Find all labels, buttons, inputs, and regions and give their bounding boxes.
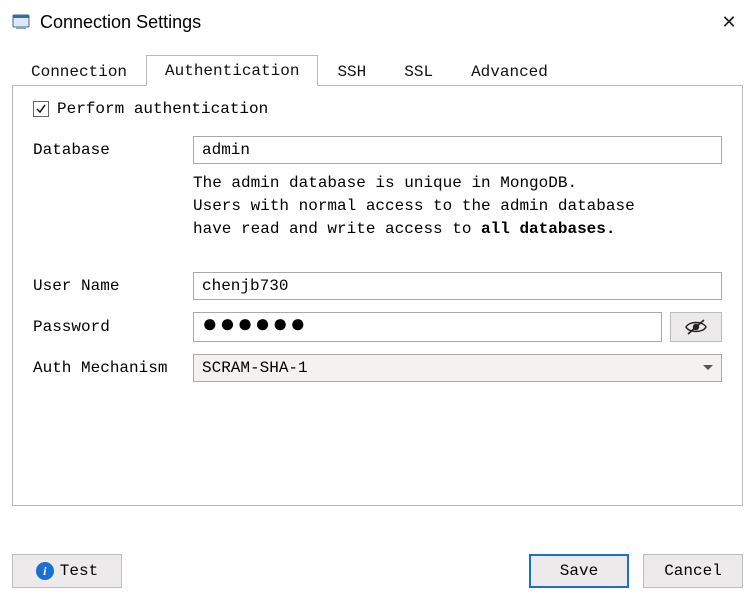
info-icon: i <box>36 562 54 580</box>
tab-ssl[interactable]: SSL <box>385 56 452 86</box>
auth-mech-select[interactable]: SCRAM-SHA-1 <box>193 354 722 382</box>
tab-connection[interactable]: Connection <box>12 56 146 86</box>
tab-authentication[interactable]: Authentication <box>146 55 318 86</box>
perform-auth-checkbox[interactable] <box>33 101 49 117</box>
eye-slash-icon <box>685 319 707 335</box>
toggle-password-visibility-button[interactable] <box>670 312 722 342</box>
window-title: Connection Settings <box>40 12 715 33</box>
title-bar: Connection Settings ✕ <box>0 0 755 48</box>
test-button[interactable]: i Test <box>12 554 122 588</box>
database-label: Database <box>33 141 193 159</box>
save-button[interactable]: Save <box>529 554 629 588</box>
auth-mech-label: Auth Mechanism <box>33 359 193 377</box>
username-input[interactable] <box>193 272 722 300</box>
chevron-down-icon <box>703 365 713 370</box>
cancel-button[interactable]: Cancel <box>643 554 743 588</box>
password-input[interactable]: ●●●●●● <box>193 312 662 342</box>
database-input[interactable] <box>193 136 722 164</box>
close-icon[interactable]: ✕ <box>715 8 743 36</box>
password-label: Password <box>33 318 193 336</box>
tab-advanced[interactable]: Advanced <box>452 56 567 86</box>
tab-bar: Connection Authentication SSH SSL Advanc… <box>12 54 743 86</box>
database-help-text: The admin database is unique in MongoDB.… <box>193 172 722 242</box>
auth-mech-value: SCRAM-SHA-1 <box>202 359 308 377</box>
app-icon <box>12 14 30 30</box>
tab-ssh[interactable]: SSH <box>318 56 385 86</box>
checkmark-icon <box>35 103 47 115</box>
dialog-footer: i Test Save Cancel <box>12 554 743 588</box>
username-label: User Name <box>33 277 193 295</box>
perform-auth-label: Perform authentication <box>57 100 268 118</box>
auth-panel: Perform authentication Database The admi… <box>12 86 743 506</box>
